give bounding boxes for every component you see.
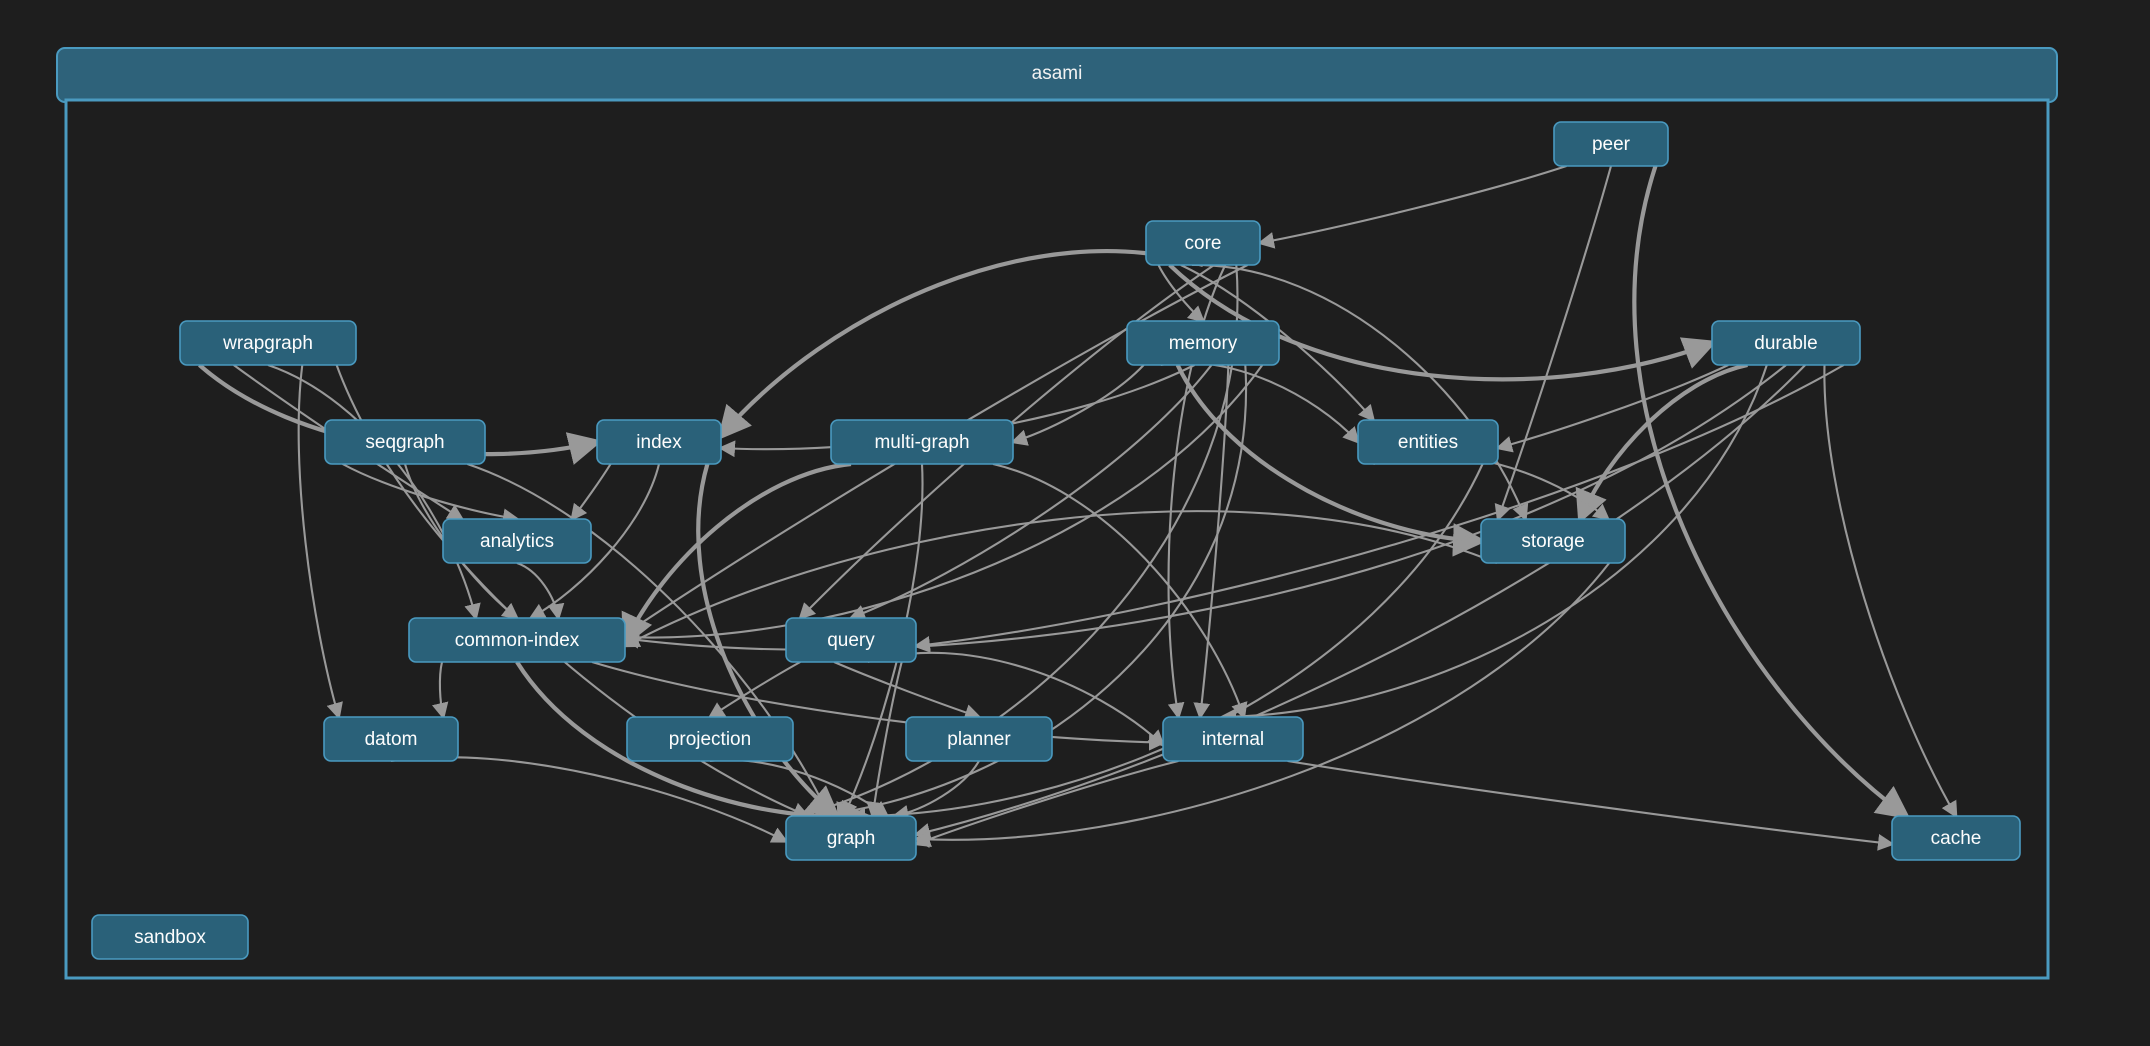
cluster-asami: asami: [56, 47, 2058, 980]
node-analytics[interactable]: analytics: [442, 518, 592, 564]
node-label: common-index: [455, 630, 580, 651]
node-datom[interactable]: datom: [323, 716, 459, 762]
node-planner[interactable]: planner: [905, 716, 1053, 762]
node-internal[interactable]: internal: [1162, 716, 1304, 762]
node-label: entities: [1398, 432, 1458, 453]
node-cache[interactable]: cache: [1891, 815, 2021, 861]
node-wrapgraph[interactable]: wrapgraph: [179, 320, 357, 366]
node-label: wrapgraph: [222, 333, 313, 354]
node-graph[interactable]: graph: [785, 815, 917, 861]
node-label: memory: [1169, 333, 1238, 354]
node-label: durable: [1754, 333, 1817, 354]
node-core[interactable]: core: [1145, 220, 1261, 266]
node-index[interactable]: index: [596, 419, 722, 465]
node-memory[interactable]: memory: [1126, 320, 1280, 366]
node-label: multi-graph: [874, 432, 969, 453]
node-seqgraph[interactable]: seqgraph: [324, 419, 486, 465]
node-label: peer: [1592, 134, 1631, 155]
node-multi-graph[interactable]: multi-graph: [830, 419, 1014, 465]
node-label: seqgraph: [365, 432, 444, 453]
node-entities[interactable]: entities: [1357, 419, 1499, 465]
cluster-body: [64, 98, 2050, 980]
node-label: core: [1185, 233, 1222, 254]
node-label: datom: [365, 729, 418, 750]
node-storage[interactable]: storage: [1480, 518, 1626, 564]
node-label: projection: [669, 729, 751, 750]
node-common-index[interactable]: common-index: [408, 617, 626, 663]
node-label: analytics: [480, 531, 554, 552]
node-durable[interactable]: durable: [1711, 320, 1861, 366]
node-sandbox[interactable]: sandbox: [91, 914, 249, 960]
node-label: internal: [1202, 729, 1264, 750]
diagram-canvas: asami peer core wrapgraph memory durable seqg…: [0, 0, 2150, 1046]
dependency-graph-svg: asami peer core wrapgraph memory durable seqg…: [0, 0, 2150, 1046]
cluster-title-label: asami: [1032, 63, 1083, 84]
node-label: query: [827, 630, 875, 651]
node-label: storage: [1521, 531, 1584, 552]
node-label: index: [636, 432, 682, 453]
node-peer[interactable]: peer: [1553, 121, 1669, 167]
node-label: sandbox: [134, 927, 206, 948]
node-label: graph: [827, 828, 876, 849]
node-label: cache: [1931, 828, 1982, 849]
node-projection[interactable]: projection: [626, 716, 794, 762]
node-query[interactable]: query: [785, 617, 917, 663]
node-label: planner: [947, 729, 1011, 750]
